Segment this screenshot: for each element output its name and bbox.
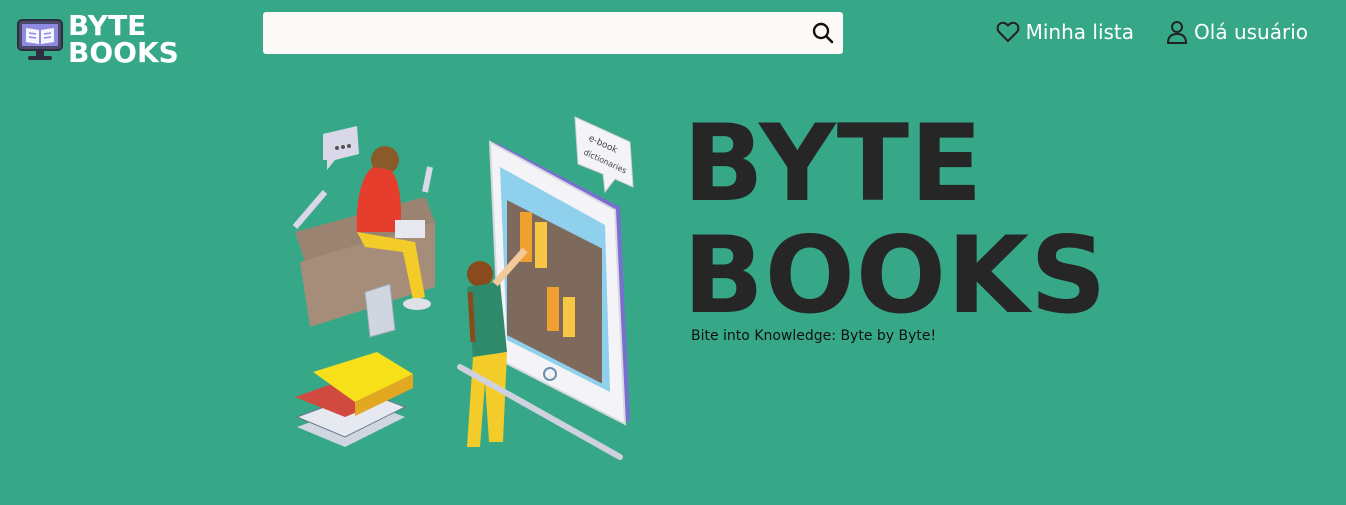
search-icon[interactable] — [811, 21, 835, 45]
user-label: Olá usuário — [1194, 20, 1308, 44]
hero-tagline: Bite into Knowledge: Byte by Byte! — [691, 328, 937, 344]
heart-icon — [996, 21, 1019, 43]
search-input[interactable] — [263, 12, 805, 54]
logo-line-1: BYTE — [68, 9, 147, 42]
logo[interactable]: BYTE BOOKS — [16, 9, 179, 69]
monitor-book-icon — [17, 19, 63, 60]
user-icon — [1167, 21, 1188, 44]
hero-title: BYTE BOOKS — [683, 108, 1108, 332]
hero-title-line-2: BOOKS — [683, 214, 1108, 337]
my-list-link[interactable]: Minha lista — [996, 20, 1134, 44]
logo-text: BYTE BOOKS — [68, 9, 179, 69]
top-nav: Minha lista Olá usuário — [996, 20, 1308, 44]
hero-title-line-1: BYTE — [683, 102, 984, 225]
ebook-bubble: e-book dictionaries — [574, 116, 634, 194]
chat-bubble — [323, 126, 359, 170]
my-list-label: Minha lista — [1025, 20, 1135, 44]
logo-line-2: BOOKS — [68, 36, 179, 69]
books-stack-image — [295, 352, 413, 447]
hero-illustration: e-book dictionaries — [292, 116, 634, 460]
backpack-image — [364, 283, 396, 338]
user-menu[interactable]: Olá usuário — [1166, 20, 1308, 44]
search-bar — [263, 12, 843, 54]
